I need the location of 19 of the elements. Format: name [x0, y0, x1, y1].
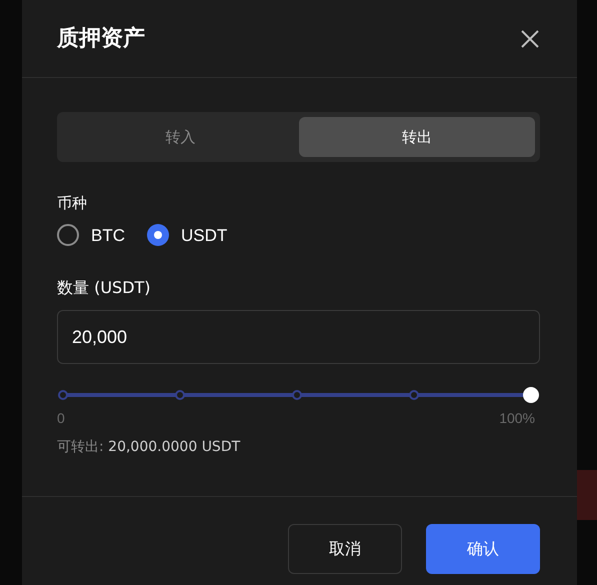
tab[interactable]: 转出	[298, 117, 535, 157]
field-label: 数量 (USDT)	[57, 277, 152, 299]
dialog-title: 质押资产	[57, 25, 145, 53]
field-label: 币种	[57, 193, 88, 214]
radio-label: USDT	[181, 224, 228, 246]
slider-thumb[interactable]	[523, 387, 539, 403]
radio-button[interactable]	[57, 224, 79, 246]
available-label: 可转出:	[57, 439, 104, 455]
background-panel	[577, 470, 597, 520]
radio-button[interactable]	[147, 224, 169, 246]
close-icon[interactable]	[520, 28, 540, 48]
cancel-button[interactable]: 取消	[288, 524, 402, 574]
radio-label: BTC	[91, 224, 125, 246]
slider-min-label: 0	[57, 409, 65, 428]
slider-max-label: 100%	[499, 409, 535, 428]
available-amount: 20,000.0000 USDT	[108, 439, 240, 455]
confirm-button[interactable]: 确认	[426, 524, 540, 574]
amount-field[interactable]: 20,000	[57, 310, 540, 364]
tab[interactable]: 转入	[62, 117, 298, 157]
